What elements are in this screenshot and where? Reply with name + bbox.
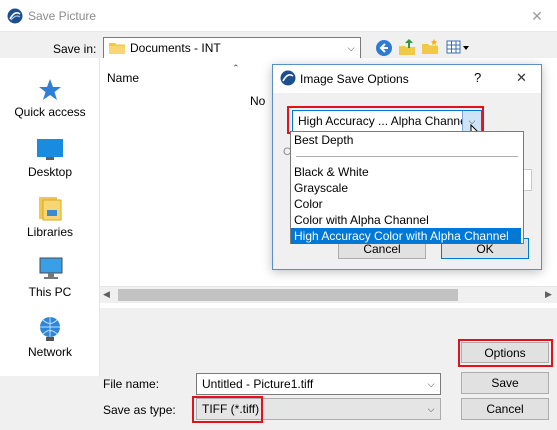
sidebar-item-label: This PC [28,285,72,299]
up-folder-icon[interactable] [398,38,416,56]
save-button[interactable]: Save [461,372,549,394]
sidebar-item-this-pc[interactable]: This PC [0,256,100,299]
chevron-down-icon: ⌵ [427,378,435,389]
save-in-location-combo[interactable]: Documents - INT ⌵ [103,37,361,59]
sidebar-item-desktop[interactable]: Desktop [0,138,100,179]
chevron-down-icon: ⌵ [347,42,355,53]
window-close-button[interactable]: ✕ [517,0,557,32]
cancel-button[interactable]: Cancel [461,398,549,420]
sidebar-item-label: Quick access [14,105,86,119]
highlight-box-options [458,339,553,367]
dialog-help-button[interactable]: ? [474,70,481,85]
dropdown-option[interactable]: Black & White [291,164,521,180]
quick-access-star-icon [38,78,62,102]
desktop-icon [36,138,64,162]
close-icon: ✕ [516,70,527,85]
sidebar-item-label: Desktop [27,165,73,179]
sidebar-item-quick-access[interactable]: Quick access [0,78,100,119]
column-header-name[interactable]: Name [107,71,139,85]
save-as-type-label: Save as type: [103,403,176,417]
sidebar-item-libraries[interactable]: Libraries [0,196,100,239]
dropdown-option[interactable]: Best Depth [291,132,521,148]
file-name-label: File name: [103,377,160,391]
sidebar-item-label: Network [27,345,72,359]
save-in-location-value: Documents - INT [130,41,221,55]
this-pc-icon [36,256,64,282]
save-in-label: Save in: [53,42,97,56]
dropdown-option-selected[interactable]: High Accuracy Color with Alpha Channel [291,228,521,244]
new-folder-icon[interactable] [421,38,439,56]
file-name-value: Untitled - Picture1.tiff [202,377,314,391]
scrollbar-thumb[interactable] [118,289,458,301]
sort-chevron-up-icon: ⌃ [232,63,240,73]
chevron-down-icon: ⌵ [427,403,435,414]
view-menu-icon[interactable] [446,40,472,56]
empty-list-text: No [250,94,266,108]
network-icon [36,316,64,342]
file-name-input[interactable]: Untitled - Picture1.tiff ⌵ [196,373,441,395]
dropdown-option[interactable]: Color [291,196,521,212]
dialog-app-icon [280,70,296,86]
help-icon: ? [474,70,482,85]
libraries-icon [36,196,64,222]
highlight-box-type [192,396,263,423]
window-title: Save Picture [28,9,97,23]
scroll-right-icon[interactable]: ▶ [545,289,552,300]
dropdown-option[interactable]: Color with Alpha Channel [291,212,521,228]
close-icon: ✕ [531,7,543,24]
dropdown-divider [296,156,518,157]
scroll-left-icon[interactable]: ◀ [103,289,110,300]
app-logo-icon [7,8,23,24]
highlight-box-combo [287,106,484,134]
dialog-partial-field [524,169,532,191]
dropdown-option[interactable]: Grayscale [291,180,521,196]
dialog-close-button[interactable]: ✕ [516,70,527,86]
sidebar-item-label: Libraries [26,225,74,239]
folder-icon [109,42,125,54]
dialog-title: Image Save Options [300,72,409,86]
sidebar-item-network[interactable]: Network [0,316,100,359]
back-icon[interactable] [375,39,393,57]
